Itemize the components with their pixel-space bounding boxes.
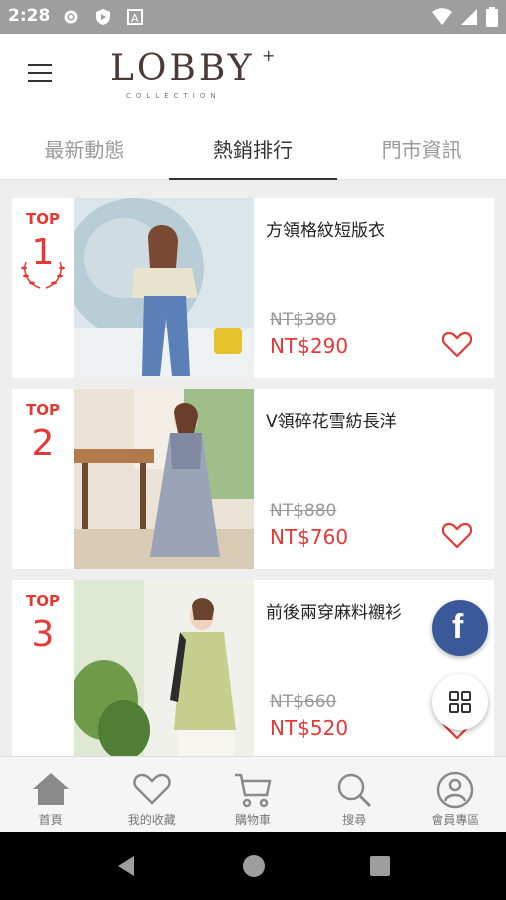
quick-menu-button[interactable] (432, 674, 488, 730)
wifi-icon (432, 8, 452, 25)
status-time: 2:28 (8, 6, 51, 26)
nav-label: 首頁 (38, 813, 63, 827)
logo-subtitle: COLLECTION (126, 92, 221, 100)
product-list: TOP 1 方領格紋短版衣 NT$380 NT$290 TOP 2 V領碎花雪紡… (0, 180, 506, 756)
home-circle-icon[interactable] (242, 854, 266, 878)
font-icon: A (127, 9, 143, 25)
back-icon[interactable] (114, 854, 138, 878)
bottom-navigation: 首頁 我的收藏 購物車 搜尋 會員專區 (0, 756, 506, 832)
laurel-icon (21, 261, 65, 289)
product-card[interactable]: TOP 3 前後兩穿麻料襯衫 NT$660 NT$520 (12, 580, 494, 756)
cart-icon (235, 773, 272, 808)
tab-bar: 最新動態 熱銷排行 門市資訊 (0, 130, 506, 180)
tab-latest-news[interactable]: 最新動態 (0, 130, 169, 179)
rank-badge: TOP 1 (12, 198, 74, 378)
settings-icon (64, 10, 78, 24)
sale-price: NT$520 (270, 716, 349, 740)
product-card[interactable]: TOP 1 方領格紋短版衣 NT$380 NT$290 (12, 198, 494, 378)
recents-icon[interactable] (370, 856, 390, 876)
nav-label: 會員專區 (431, 813, 480, 827)
product-image[interactable] (74, 389, 254, 569)
svg-text:A: A (131, 12, 139, 25)
facebook-button[interactable]: f (432, 600, 488, 656)
product-image[interactable] (74, 198, 254, 378)
heart-icon[interactable] (442, 521, 472, 549)
nav-cart[interactable]: 購物車 (202, 757, 303, 832)
rank-tag: TOP (26, 592, 60, 610)
search-icon (337, 773, 372, 808)
rank-tag: TOP (26, 210, 60, 228)
battery-icon (486, 7, 498, 27)
home-icon (32, 773, 69, 805)
nav-label: 搜尋 (342, 813, 367, 827)
status-bar: 2:28 A (0, 0, 506, 34)
heart-icon[interactable] (442, 330, 472, 358)
rank-badge: TOP 3 (12, 580, 74, 756)
rank-number: 2 (31, 423, 55, 464)
brand-logo[interactable]: LOBBY + COLLECTION (110, 46, 280, 108)
menu-button[interactable] (28, 64, 52, 84)
shield-play-icon (96, 9, 110, 25)
logo-text: LOBBY (110, 48, 255, 89)
rank-tag: TOP (26, 401, 60, 419)
facebook-icon: f (452, 608, 464, 646)
product-name[interactable]: V領碎花雪紡長洋 (266, 407, 397, 432)
nav-favorites[interactable]: 我的收藏 (101, 757, 202, 832)
nav-label: 我的收藏 (127, 813, 176, 827)
user-icon (437, 771, 474, 809)
product-card[interactable]: TOP 2 V領碎花雪紡長洋 NT$880 NT$760 (12, 389, 494, 569)
original-price: NT$380 (270, 310, 337, 330)
system-navigation-bar (0, 832, 506, 900)
nav-member[interactable]: 會員專區 (405, 757, 506, 832)
tab-store-info[interactable]: 門市資訊 (337, 130, 506, 179)
rank-number: 3 (31, 614, 55, 655)
sale-price: NT$290 (270, 334, 349, 358)
nav-search[interactable]: 搜尋 (304, 757, 405, 832)
grid-icon (449, 691, 471, 713)
product-name[interactable]: 前後兩穿麻料襯衫 (266, 598, 402, 623)
signal-icon (461, 9, 477, 25)
product-image[interactable] (74, 580, 254, 756)
original-price: NT$880 (270, 501, 337, 521)
rank-badge: TOP 2 (12, 389, 74, 569)
tab-best-sellers[interactable]: 熱銷排行 (168, 130, 338, 180)
logo-plus: + (262, 46, 276, 65)
product-name[interactable]: 方領格紋短版衣 (266, 216, 385, 241)
app-header: LOBBY + COLLECTION 最新動態 熱銷排行 門市資訊 (0, 34, 506, 180)
nav-home[interactable]: 首頁 (0, 757, 101, 832)
heart-icon (133, 773, 171, 805)
original-price: NT$660 (270, 692, 337, 712)
nav-label: 購物車 (235, 813, 272, 827)
sale-price: NT$760 (270, 525, 349, 549)
